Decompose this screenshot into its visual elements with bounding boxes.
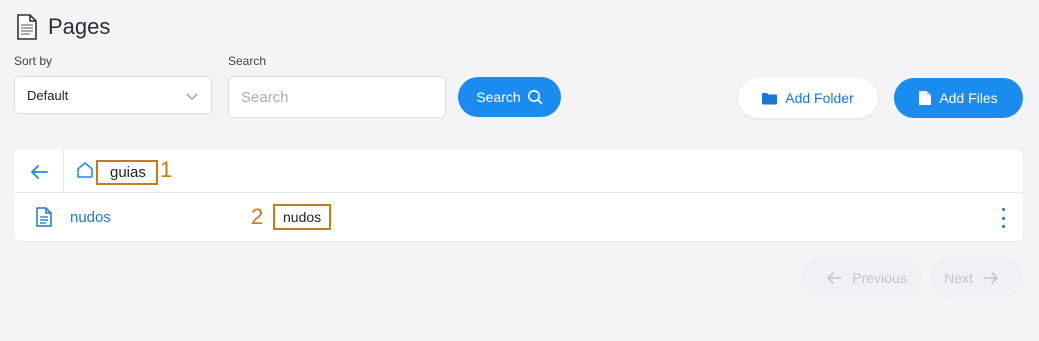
add-files-button[interactable]: Add Files (894, 78, 1023, 118)
search-input[interactable] (228, 76, 446, 118)
annotation-label-2: 2 (251, 204, 264, 229)
folder-icon (762, 92, 778, 104)
arrow-left-icon (827, 272, 843, 284)
breadcrumb-current-folder[interactable]: guias (96, 160, 158, 185)
arrow-left-icon (30, 164, 48, 179)
file-browser-card: guias 1 nudos 2 nudos (14, 150, 1023, 241)
page-header: Pages (16, 14, 110, 40)
document-icon (17, 14, 37, 40)
annotation-label-1: 1 (160, 157, 173, 182)
chevron-down-icon (186, 93, 198, 101)
search-icon (527, 90, 542, 105)
sort-by-label: Sort by (14, 54, 53, 68)
add-files-label: Add Files (939, 90, 998, 106)
sort-by-value: Default (27, 87, 69, 103)
file-tag: nudos (273, 204, 332, 230)
page-title: Pages (48, 14, 111, 39)
arrow-right-icon (983, 272, 998, 284)
file-name-link[interactable]: nudos (70, 209, 111, 226)
add-folder-button[interactable]: Add Folder (738, 78, 878, 118)
back-button[interactable] (14, 150, 64, 193)
more-options-icon[interactable] (999, 208, 1007, 228)
file-icon (919, 91, 932, 105)
add-folder-label: Add Folder (785, 90, 854, 106)
search-button-label: Search (476, 89, 521, 105)
next-page-button[interactable]: Next (930, 258, 1023, 298)
previous-page-label: Previous (852, 270, 907, 286)
file-text-icon (36, 207, 52, 227)
list-item[interactable]: nudos 2 nudos (14, 194, 1023, 241)
home-icon[interactable] (76, 161, 94, 179)
next-page-label: Next (944, 270, 973, 286)
breadcrumb: guias 1 (14, 150, 1023, 193)
search-button[interactable]: Search (458, 77, 561, 117)
search-label: Search (228, 54, 267, 68)
previous-page-button[interactable]: Previous (801, 258, 922, 298)
sort-by-select[interactable]: Default (14, 76, 212, 114)
